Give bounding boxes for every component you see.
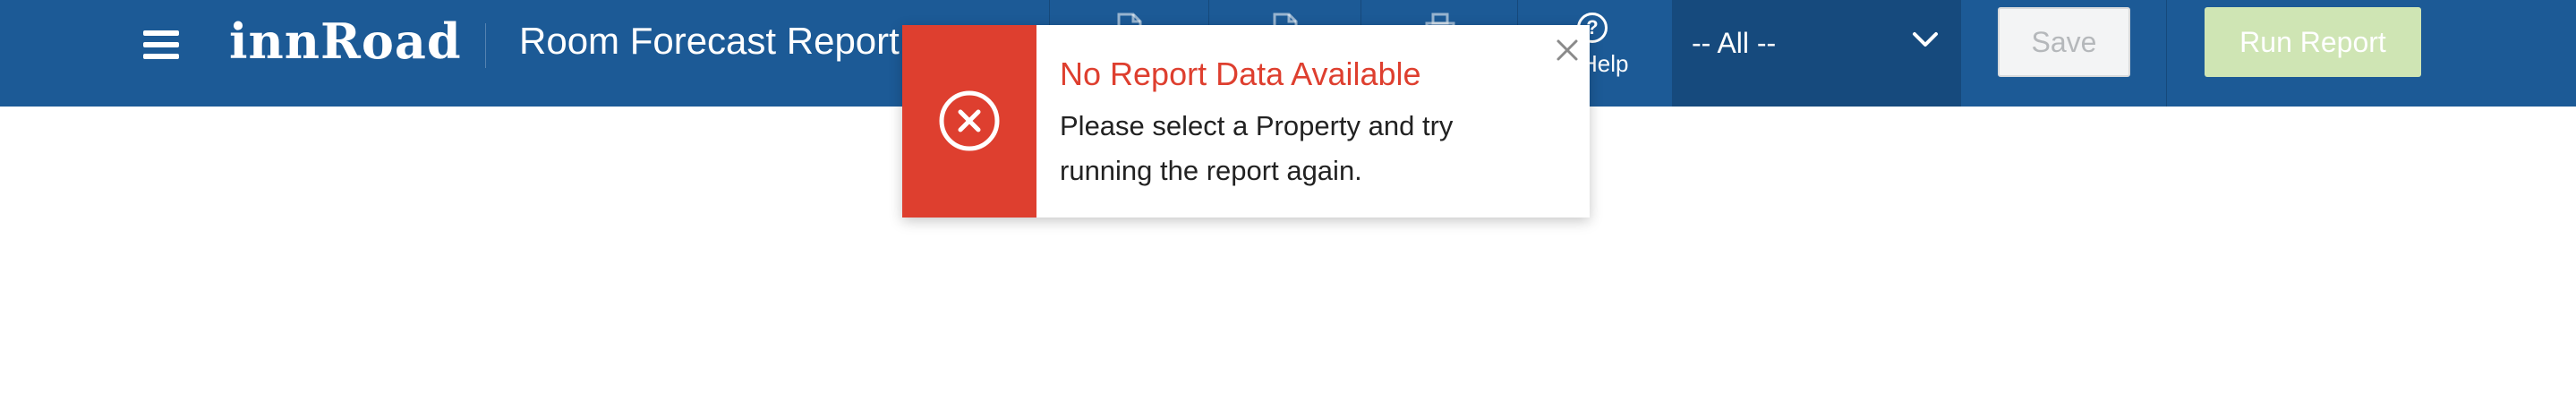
toolbar-divider (1960, 0, 1961, 107)
hamburger-menu-icon[interactable] (141, 27, 181, 63)
close-icon[interactable] (1551, 34, 1583, 66)
app-logo[interactable]: innRoad (229, 13, 462, 70)
run-report-button[interactable]: Run Report (2205, 7, 2421, 77)
chevron-down-icon (1913, 32, 1938, 47)
notification-title: No Report Data Available (1060, 55, 1421, 92)
toolbar-divider (2166, 0, 2167, 107)
property-select[interactable]: -- All -- (1672, 0, 1960, 107)
error-icon-panel (902, 25, 1036, 218)
page-title: Room Forecast Report (519, 20, 900, 62)
property-select-value: -- All -- (1692, 27, 1777, 59)
notification-message: Please select a Property and try running… (1060, 110, 1454, 186)
save-button[interactable]: Save (1998, 7, 2130, 77)
error-notification: No Report Data Available Please select a… (902, 25, 1590, 218)
error-x-circle-icon (939, 90, 1000, 151)
logo-divider (485, 23, 486, 68)
